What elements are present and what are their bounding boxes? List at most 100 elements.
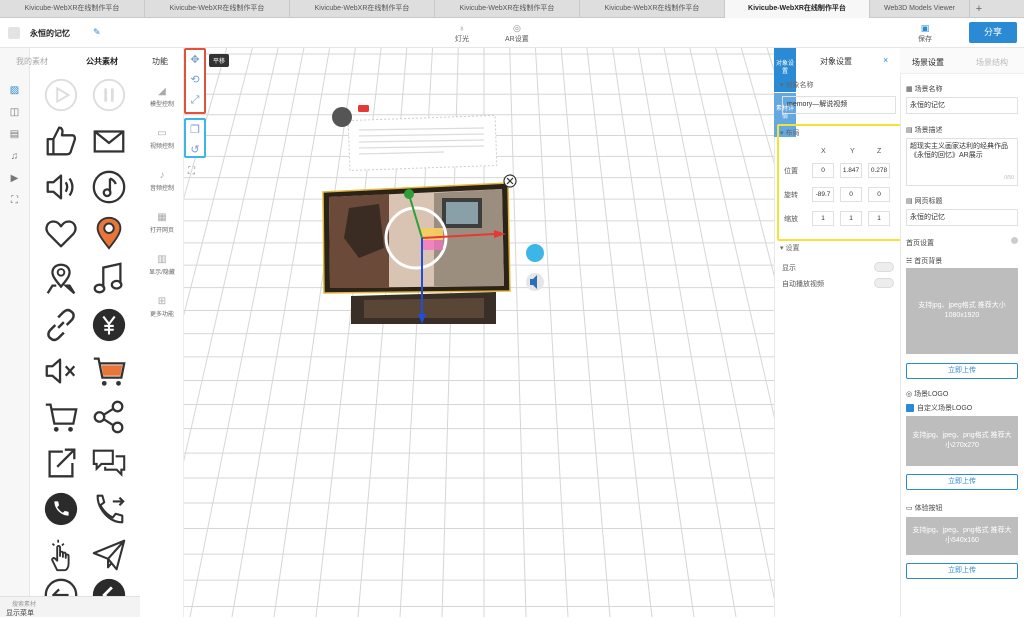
more-functions-icon: ⊞ [157,296,167,307]
show-hide-label: 显示/隐藏 [149,270,175,276]
transform-tool-group: ✥ ⟲ ⤢ [184,48,206,114]
thumbs-up-icon[interactable] [40,120,82,162]
rotation-z-input[interactable]: 0 [868,187,890,202]
scale-z-input[interactable]: 1 [868,211,890,226]
web-title-input[interactable]: 永恒的记忆 [906,209,1018,226]
music-circle-icon[interactable] [88,166,130,208]
browser-tab-active[interactable]: Kivicube-WebXR在线制作平台 [725,0,870,18]
phone-circle-icon[interactable] [40,488,82,530]
close-icon[interactable]: × [883,55,888,65]
browser-tab[interactable]: Kivicube-WebXR在线制作平台 [0,0,145,18]
position-z-input[interactable]: 0.278 [868,163,890,178]
audio-control-button[interactable]: ♪ 音频控制 [140,170,184,192]
position-x-input[interactable]: 0 [812,163,834,178]
fullscreen-icon[interactable]: ⛶ [188,166,195,177]
browser-tab[interactable]: Kivicube-WebXR在线制作平台 [145,0,290,18]
paper-plane-icon[interactable] [88,534,130,576]
more-functions-button[interactable]: ⊞ 更多功能 [140,296,184,318]
info-icon[interactable] [1011,237,1018,244]
home-bg-upload-area[interactable]: 支持jpg、jpeg格式 推荐大小1080x1920 [906,268,1018,354]
tab-public-materials[interactable]: 公共素材 [86,56,118,67]
project-title: 永恒的记忆 [30,29,70,38]
upload-experience-button[interactable]: 立即上传 [906,563,1018,579]
text-category-icon[interactable]: ▤ [8,128,22,142]
search-icon[interactable] [526,244,544,262]
light-button[interactable]: ♁ 灯光 [455,23,469,44]
heart-icon[interactable] [40,212,82,254]
rotate-tool-icon[interactable]: ⟲ [186,70,204,90]
show-toggle[interactable] [874,262,894,272]
object-name-input[interactable]: memory—解说视频 [782,96,896,114]
home-settings-label: 首页设置 [906,240,934,247]
scene-name-input[interactable]: 永恒的记忆 [906,97,1018,114]
frame-category-icon[interactable]: ⛶ [8,194,22,208]
upload-logo-button[interactable]: 立即上传 [906,474,1018,490]
model-control-icon: ◢ [158,86,166,97]
model-control-button[interactable]: ◢ 模型控制 [140,86,184,108]
tab-scene-structure[interactable]: 场景结构 [976,57,1008,68]
ar-settings-button[interactable]: ◎ AR设置 [505,23,529,44]
image-category-icon[interactable]: ▨ [8,84,22,98]
search-materials-hint[interactable]: 搜索素材 [12,599,36,608]
chat-bubbles-icon[interactable] [88,442,130,484]
share-button[interactable]: 分享 [969,22,1017,43]
open-webpage-button[interactable]: ▦ 打开网页 [140,212,184,234]
scale-tool-icon[interactable]: ⤢ [186,90,204,110]
autoplay-toggle[interactable] [874,278,894,288]
show-hide-button[interactable]: ▥ 显示/隐藏 [140,254,184,276]
logo-upload-area[interactable]: 支持jpg、jpeg、png格式 推荐大小270x270 [906,416,1018,466]
video-category-icon[interactable]: ▶ [8,172,22,186]
music-category-icon[interactable]: ♫ [8,150,22,164]
move-tool-icon[interactable]: ✥ [186,50,204,70]
mail-icon[interactable] [88,120,130,162]
rotation-y-input[interactable]: 0 [840,187,862,202]
browser-tab[interactable]: Kivicube-WebXR在线制作平台 [435,0,580,18]
map-pin-icon[interactable] [40,258,82,300]
music-note-icon[interactable] [88,258,130,300]
arrow-left-circle-icon[interactable] [40,574,82,596]
undo-icon[interactable]: ↺ [186,140,204,160]
audio-control-label: 音频控制 [149,186,174,192]
yen-circle-icon[interactable] [88,304,130,346]
scene-canvas[interactable] [184,48,774,617]
model-category-icon[interactable]: ◫ [8,106,22,120]
scale-x-input[interactable]: 1 [812,211,834,226]
browser-tab[interactable]: Kivicube-WebXR在线制作平台 [580,0,725,18]
chevron-left-circle-icon[interactable] [88,574,130,596]
new-tab-button[interactable]: + [970,0,988,17]
position-y-input[interactable]: 1.847 [840,163,862,178]
home-icon[interactable] [8,27,20,39]
share-nodes-icon[interactable] [88,396,130,438]
browser-tab[interactable]: Kivicube-WebXR在线制作平台 [290,0,435,18]
web-title-label: ▤ 网页标题 [906,198,943,205]
link-icon[interactable] [40,304,82,346]
experience-upload-area[interactable]: 支持jpg、jpeg、png格式 推荐大小540x160 [906,517,1018,555]
play-circle-icon[interactable] [40,74,82,116]
pause-circle-icon[interactable] [88,74,130,116]
function-title: 功能 [152,57,168,66]
phone-forward-icon[interactable] [88,488,130,530]
video-control-button[interactable]: ▭ 视频控制 [140,128,184,150]
browser-tab[interactable]: Web3D Models Viewer [870,0,970,18]
rotation-x-input[interactable]: -89.7 [812,187,834,202]
tab-my-materials[interactable]: 我的素材 [16,56,48,67]
copy-icon[interactable]: ❐ [186,120,204,140]
upload-home-bg-button[interactable]: 立即上传 [906,363,1018,379]
editor-topbar: 永恒的记忆 ✎ ♁ 灯光 ◎ AR设置 ▣ 保存 分享 [0,18,1024,48]
location-pin-icon[interactable] [88,212,130,254]
edit-title-icon[interactable]: ✎ [93,27,101,38]
share-box-icon[interactable] [40,442,82,484]
cart-icon[interactable] [40,396,82,438]
mute-icon[interactable] [40,350,82,392]
scene-desc-textarea[interactable]: 超现实主义画家达利的经典作品《永恒的回忆》AR展示 0/50 [906,138,1018,186]
hand-tap-icon[interactable] [40,534,82,576]
scale-y-input[interactable]: 1 [840,211,862,226]
settings-section-label: 设置 [785,245,800,252]
speaker-icon[interactable] [40,166,82,208]
scene-desc-label: ▤ 场景描述 [906,127,943,134]
cart-orange-icon[interactable] [88,350,130,392]
custom-logo-checkbox[interactable] [906,404,914,412]
show-hide-icon: ▥ [157,254,167,265]
tab-scene-settings[interactable]: 场景设置 [912,57,944,68]
save-button[interactable]: ▣ 保存 [914,23,936,44]
